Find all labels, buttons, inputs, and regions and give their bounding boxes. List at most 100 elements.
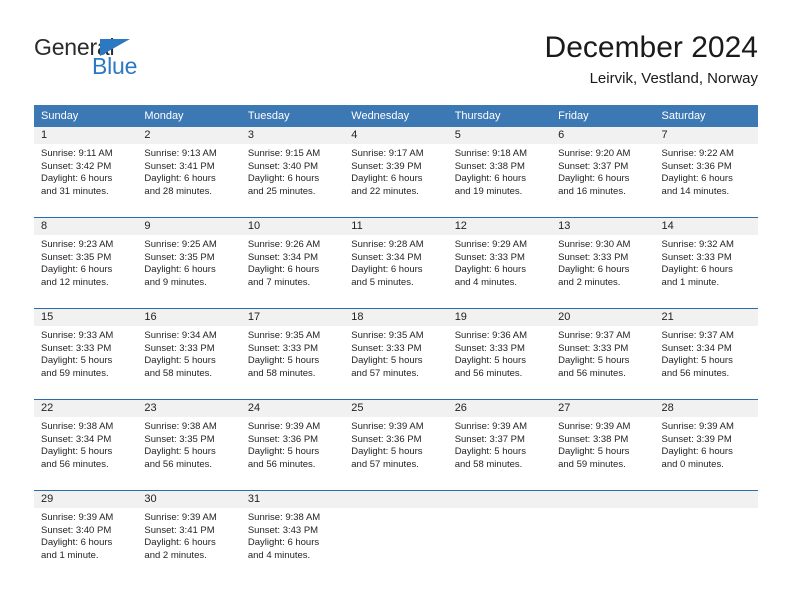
sunrise-text: Sunrise: 9:33 AM (41, 330, 114, 341)
sunrise-text: Sunrise: 9:34 AM (144, 330, 217, 341)
daylight-text-line2: and 2 minutes. (144, 549, 207, 561)
day-cell[interactable]: 30 Sunrise: 9:39 AM Sunset: 3:41 PM Dayligh… (137, 490, 241, 581)
day-number: 23 (137, 400, 241, 417)
daylight-text-line1: Daylight: 5 hours (41, 446, 113, 458)
day-cell[interactable]: 18 Sunrise: 9:35 AM Sunset: 3:33 PM Dayligh… (344, 308, 448, 400)
sunrise-text: Sunrise: 9:22 AM (661, 148, 734, 159)
sunrise-text: Sunrise: 9:38 AM (144, 421, 217, 432)
day-cell[interactable]: 27 Sunrise: 9:39 AM Sunset: 3:38 PM Dayligh… (551, 399, 655, 491)
day-cell[interactable]: 10 Sunrise: 9:26 AM Sunset: 3:34 PM Dayligh… (240, 217, 345, 309)
sunrise-text: Sunrise: 9:20 AM (558, 148, 631, 159)
sunset-text: Sunset: 3:38 PM (454, 160, 525, 172)
day-cell[interactable]: 11 Sunrise: 9:28 AM Sunset: 3:34 PM Dayligh… (344, 217, 448, 309)
day-cell[interactable]: 13 Sunrise: 9:30 AM Sunset: 3:33 PM Dayligh… (551, 217, 655, 309)
sunset-text: Sunset: 3:43 PM (247, 524, 319, 536)
sunset-text: Sunset: 3:36 PM (661, 160, 732, 172)
day-cell[interactable]: 29 Sunrise: 9:39 AM Sunset: 3:40 PM Dayligh… (34, 490, 138, 581)
sunrise-text: Sunrise: 9:35 AM (351, 330, 424, 341)
sunrise-text: Sunrise: 9:36 AM (454, 330, 528, 341)
sunrise-text: Sunrise: 9:37 AM (661, 330, 734, 341)
daylight-text-line1: Daylight: 5 hours (454, 355, 526, 367)
day-number: 25 (344, 400, 448, 417)
calendar-body: 1 Sunrise: 9:11 AM Sunset: 3:42 PM Daylight… (34, 127, 758, 581)
day-number: 6 (551, 127, 655, 144)
sunrise-text: Sunrise: 9:25 AM (144, 239, 217, 250)
day-number: 17 (240, 309, 345, 326)
week-row: 29 Sunrise: 9:39 AM Sunset: 3:40 PM Dayligh… (34, 490, 758, 581)
day-cell[interactable]: 16 Sunrise: 9:34 AM Sunset: 3:33 PM Dayligh… (137, 308, 241, 400)
calendar-table: Sunday Monday Tuesday Wednesday Thursday… (34, 105, 758, 581)
sunrise-text: Sunrise: 9:38 AM (41, 421, 114, 432)
day-cell[interactable]: 19 Sunrise: 9:36 AM Sunset: 3:33 PM Dayligh… (447, 308, 552, 400)
sunset-text: Sunset: 3:34 PM (41, 433, 112, 445)
day-cell[interactable]: 15 Sunrise: 9:33 AM Sunset: 3:33 PM Dayligh… (34, 308, 138, 400)
sunrise-text: Sunrise: 9:38 AM (247, 512, 321, 523)
sunrise-text: Sunrise: 9:39 AM (661, 421, 734, 432)
daylight-text-line1: Daylight: 5 hours (247, 355, 320, 367)
daylight-text-line1: Daylight: 6 hours (351, 264, 423, 276)
day-cell[interactable]: 20 Sunrise: 9:37 AM Sunset: 3:33 PM Dayligh… (551, 308, 655, 400)
daylight-text-line2: and 56 minutes. (454, 367, 523, 379)
day-number: 26 (447, 400, 552, 417)
day-cell[interactable]: 7 Sunrise: 9:22 AM Sunset: 3:36 PM Daylight… (654, 127, 758, 218)
sunrise-text: Sunrise: 9:37 AM (558, 330, 631, 341)
day-cell[interactable]: 6 Sunrise: 9:20 AM Sunset: 3:37 PM Daylight… (551, 127, 655, 218)
sunrise-text: Sunrise: 9:11 AM (41, 148, 113, 159)
day-cell[interactable]: 9 Sunrise: 9:25 AM Sunset: 3:35 PM Daylight… (137, 217, 241, 309)
page-header: General Blue December 2024 Leirvik, Vest… (34, 30, 758, 98)
daylight-text-line1: Daylight: 5 hours (41, 355, 113, 367)
sunrise-text: Sunrise: 9:29 AM (454, 239, 528, 250)
brand-logo[interactable]: General Blue (34, 34, 234, 90)
day-number: 5 (447, 127, 552, 144)
daylight-text-line1: Daylight: 6 hours (41, 537, 113, 549)
daylight-text-line2: and 56 minutes. (247, 458, 316, 470)
day-cell[interactable]: 26 Sunrise: 9:39 AM Sunset: 3:37 PM Dayligh… (447, 399, 552, 491)
sunset-text: Sunset: 3:34 PM (351, 251, 422, 263)
day-cell[interactable]: 31 Sunrise: 9:38 AM Sunset: 3:43 PM Dayligh… (240, 490, 345, 581)
sunset-text: Sunset: 3:36 PM (351, 433, 422, 445)
day-cell[interactable]: 4 Sunrise: 9:17 AM Sunset: 3:39 PM Daylight… (344, 127, 448, 218)
sunset-text: Sunset: 3:34 PM (661, 342, 732, 354)
daylight-text-line2: and 4 minutes. (247, 549, 311, 561)
week-row: 1 Sunrise: 9:11 AM Sunset: 3:42 PM Daylight… (34, 127, 758, 218)
day-cell[interactable]: 1 Sunrise: 9:11 AM Sunset: 3:42 PM Daylight… (34, 127, 138, 218)
day-cell[interactable]: 2 Sunrise: 9:13 AM Sunset: 3:41 PM Daylight… (137, 127, 241, 218)
day-cell[interactable]: 5 Sunrise: 9:18 AM Sunset: 3:38 PM Daylight… (447, 127, 552, 218)
sunrise-text: Sunrise: 9:39 AM (351, 421, 424, 432)
day-cell[interactable]: 22 Sunrise: 9:38 AM Sunset: 3:34 PM Dayligh… (34, 399, 138, 491)
day-cell[interactable]: 12 Sunrise: 9:29 AM Sunset: 3:33 PM Dayligh… (447, 217, 552, 309)
daylight-text-line1: Daylight: 6 hours (661, 173, 733, 185)
day-cell[interactable]: 23 Sunrise: 9:38 AM Sunset: 3:35 PM Dayligh… (137, 399, 241, 491)
day-cell[interactable]: 17 Sunrise: 9:35 AM Sunset: 3:33 PM Dayligh… (240, 308, 345, 400)
sunset-text: Sunset: 3:41 PM (144, 160, 215, 172)
day-cell[interactable]: 21 Sunrise: 9:37 AM Sunset: 3:34 PM Dayligh… (654, 308, 758, 400)
day-cell-empty (344, 490, 448, 581)
day-cell[interactable]: 25 Sunrise: 9:39 AM Sunset: 3:36 PM Dayligh… (344, 399, 448, 491)
daylight-text-line2: and 59 minutes. (41, 367, 109, 379)
day-number: 30 (137, 491, 241, 508)
daylight-text-line1: Daylight: 5 hours (144, 355, 216, 367)
day-cell[interactable]: 14 Sunrise: 9:32 AM Sunset: 3:33 PM Dayligh… (654, 217, 758, 309)
daylight-text-line2: and 14 minutes. (661, 185, 730, 197)
daylight-text-line1: Daylight: 6 hours (41, 264, 113, 276)
daylight-text-line1: Daylight: 6 hours (144, 264, 216, 276)
daylight-text-line1: Daylight: 5 hours (558, 355, 630, 367)
daylight-text-line1: Daylight: 6 hours (41, 173, 113, 185)
sunset-text: Sunset: 3:40 PM (247, 160, 319, 172)
day-cell[interactable]: 3 Sunrise: 9:15 AM Sunset: 3:40 PM Daylight… (240, 127, 345, 218)
day-number (551, 491, 655, 508)
day-cell[interactable]: 28 Sunrise: 9:39 AM Sunset: 3:39 PM Dayligh… (654, 399, 758, 491)
daylight-text-line2: and 9 minutes. (144, 276, 207, 288)
daylight-text-line2: and 0 minutes. (661, 458, 724, 470)
daylight-text-line2: and 28 minutes. (144, 185, 213, 197)
day-number: 15 (34, 309, 138, 326)
daylight-text-line1: Daylight: 6 hours (454, 264, 526, 276)
daylight-text-line1: Daylight: 6 hours (247, 173, 320, 185)
daylight-text-line1: Daylight: 5 hours (661, 355, 733, 367)
sunrise-text: Sunrise: 9:17 AM (351, 148, 424, 159)
daylight-text-line1: Daylight: 6 hours (247, 264, 320, 276)
day-number: 2 (137, 127, 241, 144)
day-cell[interactable]: 24 Sunrise: 9:39 AM Sunset: 3:36 PM Dayligh… (240, 399, 345, 491)
day-cell[interactable]: 8 Sunrise: 9:23 AM Sunset: 3:35 PM Daylight… (34, 217, 138, 309)
day-cell-empty (551, 490, 655, 581)
